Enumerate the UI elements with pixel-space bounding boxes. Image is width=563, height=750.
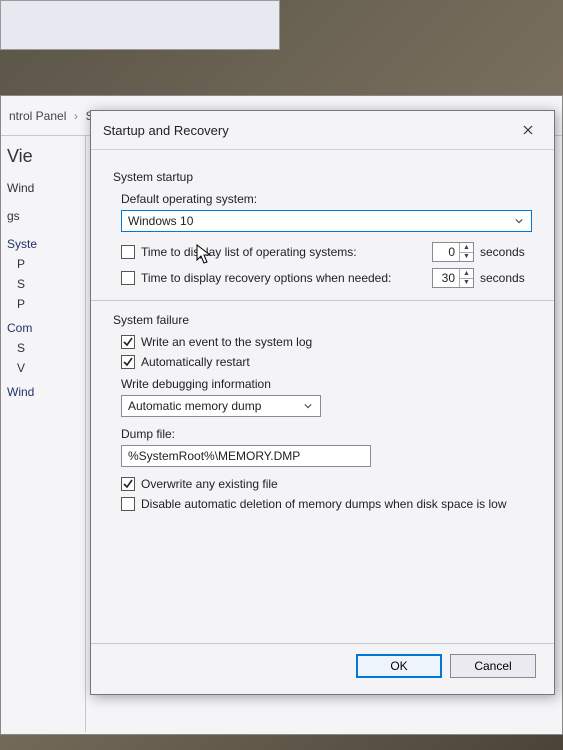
section-header: Syste [7,237,79,251]
ok-button-label: OK [390,659,407,673]
spinner-up-icon[interactable]: ▲ [460,269,473,279]
disable-auto-delete-label: Disable automatic deletion of memory dum… [141,497,532,511]
dump-file-label: Dump file: [121,427,532,441]
overwrite-checkbox[interactable] [121,477,135,491]
system-startup-header: System startup [113,170,532,184]
sidebar-item[interactable]: Wind [7,181,79,195]
display-list-label: Time to display list of operating system… [141,245,426,259]
debug-info-value: Automatic memory dump [128,399,300,413]
display-recovery-label: Time to display recovery options when ne… [141,271,426,285]
breadcrumb-parent[interactable]: ntrol Panel [9,109,66,123]
display-recovery-value: 30 [433,269,459,287]
cancel-button-label: Cancel [474,659,511,673]
auto-restart-checkbox[interactable] [121,355,135,369]
control-panel-sidebar: Vie Wind gs Syste P S P Com S V Wind [1,136,86,732]
display-recovery-checkbox[interactable] [121,271,135,285]
close-button[interactable] [514,119,542,141]
default-os-dropdown[interactable]: Windows 10 [121,210,532,232]
dump-file-input[interactable]: %SystemRoot%\MEMORY.DMP [121,445,371,467]
chevron-down-icon [300,398,316,414]
cancel-button[interactable]: Cancel [450,654,536,678]
section-header: Wind [7,385,79,399]
system-failure-header: System failure [113,313,532,327]
section-header: Com [7,321,79,335]
auto-restart-label: Automatically restart [141,355,532,369]
write-event-checkbox[interactable] [121,335,135,349]
ok-button[interactable]: OK [356,654,442,678]
write-event-label: Write an event to the system log [141,335,532,349]
write-debug-label: Write debugging information [121,377,532,391]
seconds-label: seconds [480,271,532,285]
section-item[interactable]: P [17,257,69,271]
startup-and-recovery-dialog: Startup and Recovery System startup Defa… [90,110,555,695]
chevron-down-icon [511,213,527,229]
dialog-title: Startup and Recovery [103,123,229,138]
disable-auto-delete-checkbox[interactable] [121,497,135,511]
sidebar-item[interactable]: gs [7,209,79,223]
default-os-value: Windows 10 [128,214,511,228]
page-title: Vie [7,146,79,167]
default-os-label: Default operating system: [121,192,532,206]
display-list-checkbox[interactable] [121,245,135,259]
dialog-titlebar[interactable]: Startup and Recovery [91,111,554,150]
chevron-right-icon: › [74,109,78,123]
display-list-seconds-spinner[interactable]: 0 ▲ ▼ [432,242,474,262]
seconds-label: seconds [480,245,532,259]
section-item[interactable]: S [17,341,69,355]
spinner-down-icon[interactable]: ▼ [460,253,473,262]
display-list-value: 0 [433,243,459,261]
close-icon [523,125,533,135]
spinner-down-icon[interactable]: ▼ [460,279,473,288]
dump-file-value: %SystemRoot%\MEMORY.DMP [128,449,300,463]
background-window-fragment [0,0,280,50]
spinner-up-icon[interactable]: ▲ [460,243,473,253]
section-item[interactable]: S [17,277,69,291]
display-recovery-seconds-spinner[interactable]: 30 ▲ ▼ [432,268,474,288]
debug-info-dropdown[interactable]: Automatic memory dump [121,395,321,417]
overwrite-label: Overwrite any existing file [141,477,532,491]
section-item[interactable]: P [17,297,69,311]
section-item[interactable]: V [17,361,69,375]
dialog-button-row: OK Cancel [91,643,554,694]
